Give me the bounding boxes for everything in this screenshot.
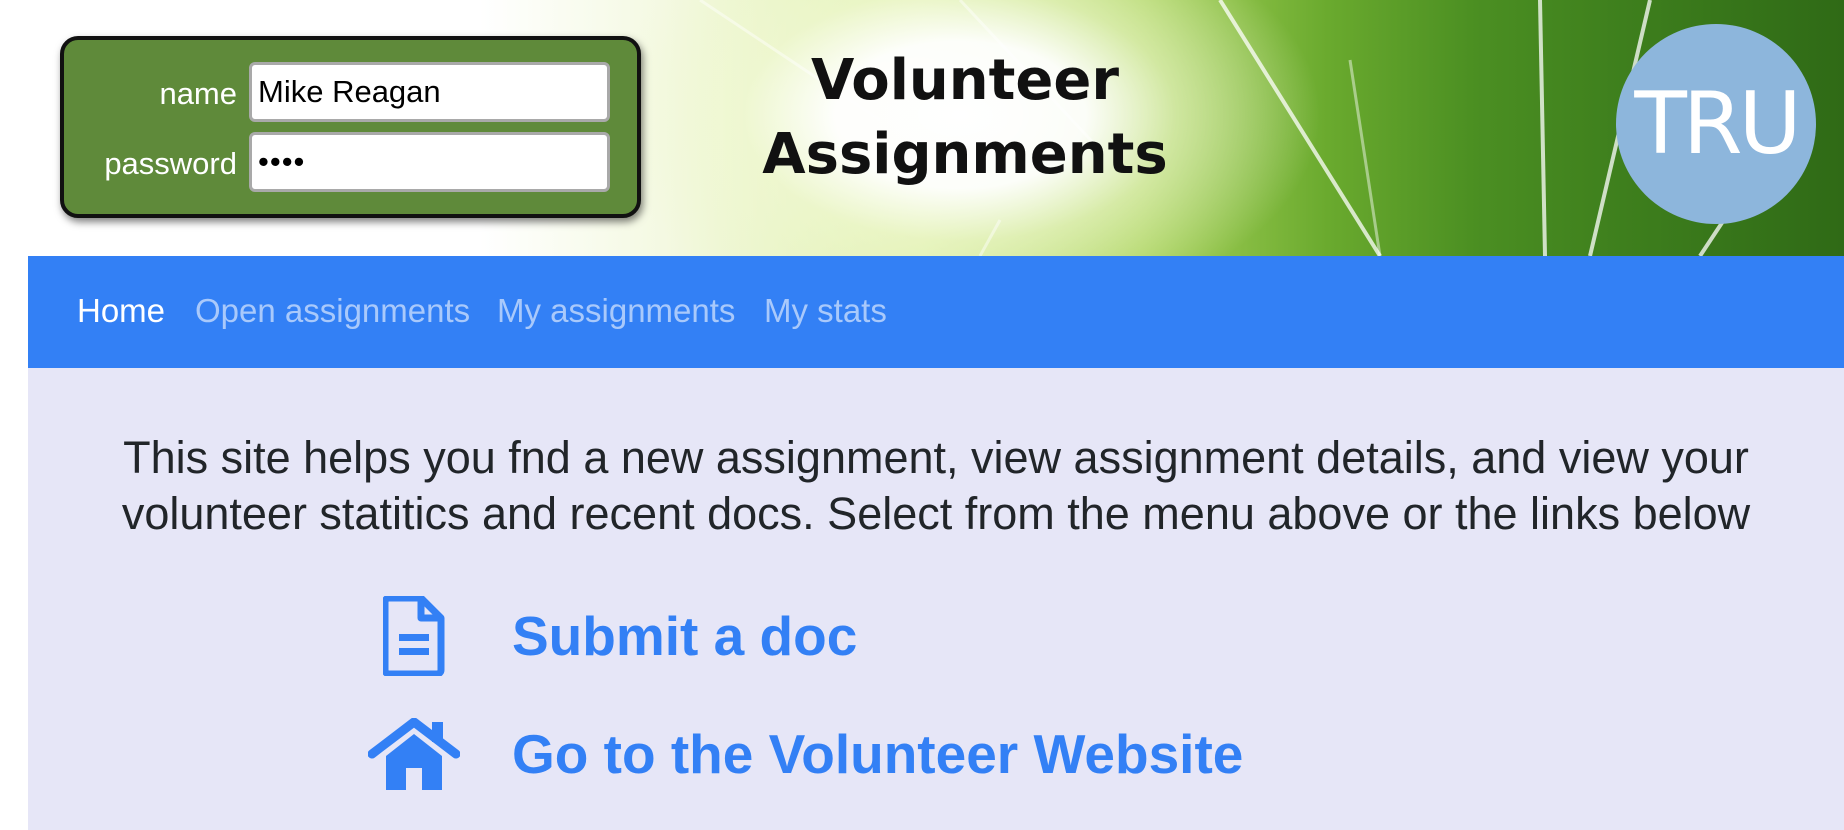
volunteer-website-label: Go to the Volunteer Website	[512, 723, 1244, 785]
password-label: password	[104, 146, 237, 181]
volunteer-website-link[interactable]: Go to the Volunteer Website	[368, 712, 1243, 796]
header-banner: name password Volunteer Assignments TRU	[0, 0, 1844, 256]
document-icon	[368, 594, 460, 678]
page-title: Volunteer Assignments	[740, 44, 1190, 192]
nav-item-open-assignments[interactable]: Open assignments	[195, 292, 470, 330]
submit-doc-link[interactable]: Submit a doc	[368, 594, 857, 678]
submit-doc-label: Submit a doc	[512, 605, 858, 667]
home-icon	[368, 712, 460, 796]
intro-text: This site helps you fnd a new assignment…	[121, 432, 1751, 539]
nav-item-my-stats[interactable]: My stats	[764, 292, 887, 330]
name-input[interactable]	[249, 62, 610, 122]
main-navbar: Home Open assignments My assignments My …	[28, 256, 1844, 368]
main-content: This site helps you fnd a new assignment…	[28, 368, 1844, 830]
tru-logo-text: TRU	[1634, 74, 1801, 174]
login-form: name password	[60, 36, 641, 218]
tru-logo: TRU	[1616, 24, 1816, 224]
nav-item-home[interactable]: Home	[77, 292, 165, 330]
page-title-line-1: Volunteer	[810, 48, 1120, 113]
nav-item-my-assignments[interactable]: My assignments	[497, 292, 735, 330]
password-input[interactable]	[249, 132, 610, 192]
name-label: name	[159, 76, 237, 111]
page-title-line-2: Assignments	[762, 122, 1168, 187]
